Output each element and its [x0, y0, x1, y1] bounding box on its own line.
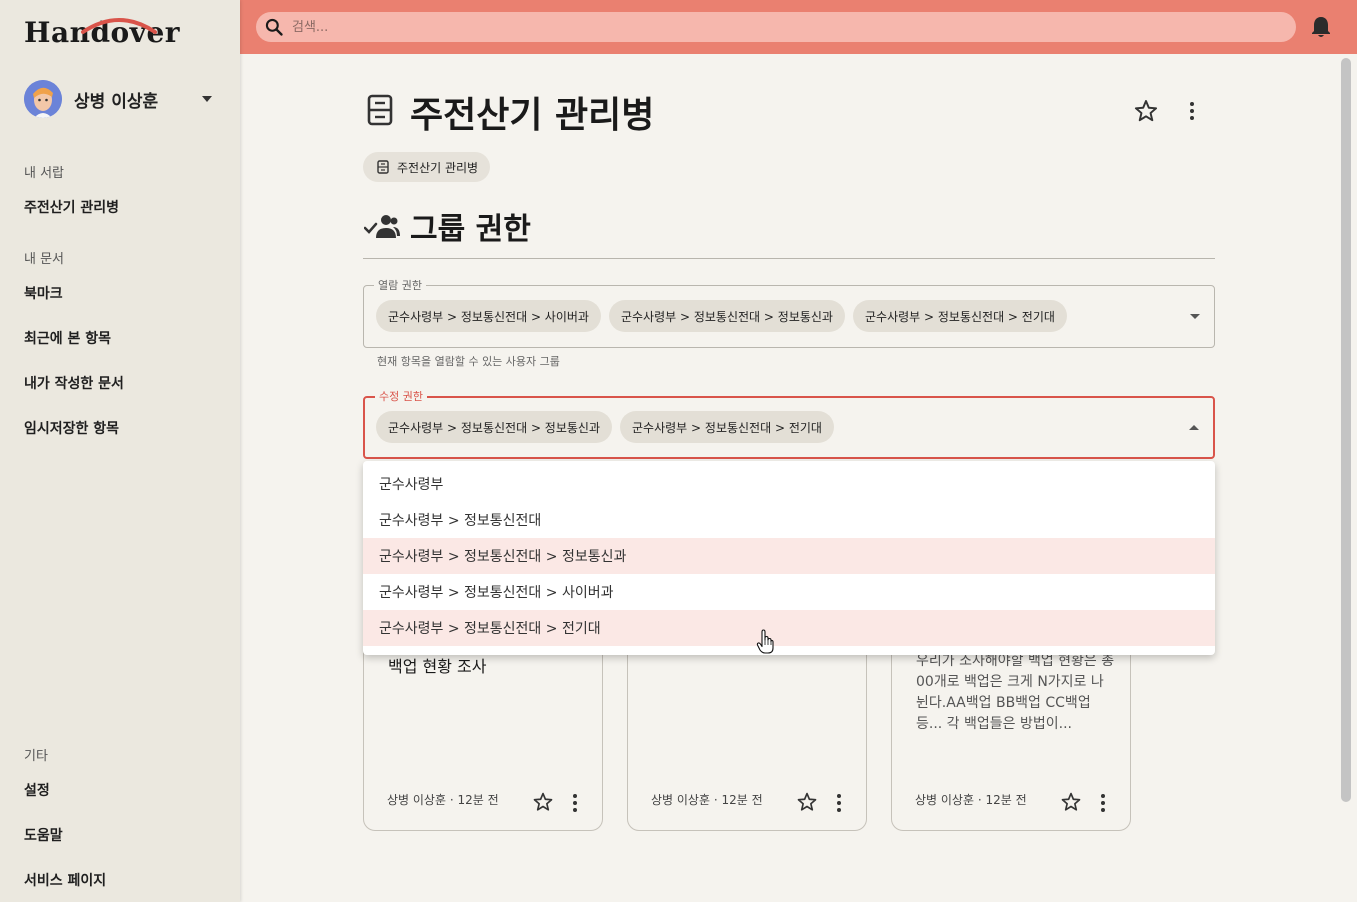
avatar: [24, 80, 62, 118]
sidebar-item-mainframe-admin[interactable]: 주전산기 관리병: [24, 197, 119, 217]
edit-permission-chips: 군수사령부 > 정보통신전대 > 정보통신과 군수사령부 > 정보통신전대 > …: [376, 411, 834, 443]
divider: [363, 258, 1215, 259]
app-logo[interactable]: Handover: [24, 16, 180, 49]
card-meta: 상병 이상훈 · 12분 전: [387, 793, 499, 807]
section-title: 그룹 권한: [410, 212, 531, 247]
document-icon: [377, 160, 389, 174]
sidebar-item-service-page[interactable]: 서비스 페이지: [24, 870, 106, 890]
sidebar-item-recent[interactable]: 최근에 본 항목: [24, 328, 111, 348]
scrollbar[interactable]: [1341, 58, 1351, 802]
view-permission-helper: 현재 항목을 열람할 수 있는 사용자 그룹: [377, 355, 560, 368]
search-bar[interactable]: [256, 12, 1296, 42]
card-title: 백업 현황 조사: [388, 657, 487, 676]
edit-permission-label: 수정 권한: [375, 388, 427, 404]
user-menu[interactable]: 상병 이상훈: [24, 80, 216, 118]
sidebar-item-help[interactable]: 도움말: [24, 825, 63, 845]
card-star-icon[interactable]: [796, 791, 818, 813]
more-vert-icon[interactable]: [1189, 101, 1195, 121]
sidebar-item-bookmarks[interactable]: 북마크: [24, 283, 63, 303]
sidebar-item-drafts[interactable]: 임시저장한 항목: [24, 418, 119, 438]
dropdown-arrow-icon[interactable]: [1190, 314, 1200, 319]
favorite-star-icon[interactable]: [1133, 98, 1159, 124]
menu-option-info-comm-dept[interactable]: 군수사령부 > 정보통신전대 > 정보통신과: [363, 538, 1215, 574]
permission-chip[interactable]: 군수사령부 > 정보통신전대 > 정보통신과: [376, 411, 613, 443]
sidebar-item-my-written[interactable]: 내가 작성한 문서: [24, 373, 124, 393]
card-body: 우리가 조사해야할 백업 현황은 총 00개로 백업은 크게 N가지로 나뉜다.…: [916, 653, 1115, 732]
sidebar-section-my-docs: 내 문서: [24, 252, 65, 267]
search-icon[interactable]: [264, 17, 284, 37]
card-more-icon[interactable]: [1100, 793, 1106, 813]
top-bar: [240, 0, 1357, 54]
menu-option-logistics-command[interactable]: 군수사령부: [363, 466, 1215, 502]
group-check-icon: [364, 215, 400, 238]
sidebar: Handover 상병 이상훈 내 서랍 주전산기 관리병 내 문서 북마크 최…: [0, 0, 240, 902]
permission-chip[interactable]: 군수사령부 > 정보통신전대 > 정보통신과: [608, 300, 845, 332]
hand-cursor-icon: [756, 629, 774, 654]
document-icon: [367, 94, 393, 126]
menu-option-comm-group[interactable]: 군수사령부 > 정보통신전대: [363, 502, 1215, 538]
permission-chip[interactable]: 군수사령부 > 정보통신전대 > 전기대: [852, 300, 1067, 332]
card-star-icon[interactable]: [532, 791, 554, 813]
dropdown-arrow-up-icon[interactable]: [1189, 425, 1199, 430]
card-meta: 상병 이상훈 · 12분 전: [651, 793, 763, 807]
menu-option-electric-unit[interactable]: 군수사령부 > 정보통신전대 > 전기대: [363, 610, 1215, 646]
view-permission-chips: 군수사령부 > 정보통신전대 > 사이버과 군수사령부 > 정보통신전대 > 정…: [376, 300, 1067, 332]
sidebar-section-drawer: 내 서랍: [24, 166, 65, 181]
search-input[interactable]: [292, 19, 1192, 35]
chevron-down-icon[interactable]: [202, 96, 212, 102]
permission-chip[interactable]: 군수사령부 > 정보통신전대 > 사이버과: [376, 300, 601, 332]
logo-arc-icon: [81, 18, 157, 34]
view-permission-label: 열람 권한: [374, 277, 426, 293]
card-more-icon[interactable]: [836, 793, 842, 813]
group-options-menu: 군수사령부 군수사령부 > 정보통신전대 군수사령부 > 정보통신전대 > 정보…: [363, 461, 1215, 655]
permission-chip[interactable]: 군수사령부 > 정보통신전대 > 전기대: [620, 411, 834, 443]
card-more-icon[interactable]: [572, 793, 578, 813]
card-meta: 상병 이상훈 · 12분 전: [915, 793, 1027, 807]
user-name: 상병 이상훈: [74, 91, 159, 112]
breadcrumb-label: 주전산기 관리병: [397, 160, 479, 175]
menu-option-cyber-dept[interactable]: 군수사령부 > 정보통신전대 > 사이버과: [363, 574, 1215, 610]
sidebar-section-etc: 기타: [24, 749, 48, 764]
breadcrumb[interactable]: 주전산기 관리병: [363, 152, 491, 182]
view-permission-select[interactable]: 열람 권한 군수사령부 > 정보통신전대 > 사이버과 군수사령부 > 정보통신…: [363, 277, 1215, 348]
bell-icon[interactable]: [1310, 15, 1332, 39]
card-star-icon[interactable]: [1060, 791, 1082, 813]
sidebar-item-settings[interactable]: 설정: [24, 780, 50, 800]
page-title: 주전산기 관리병: [410, 95, 655, 136]
edit-permission-select[interactable]: 수정 권한 군수사령부 > 정보통신전대 > 정보통신과 군수사령부 > 정보통…: [363, 388, 1215, 459]
